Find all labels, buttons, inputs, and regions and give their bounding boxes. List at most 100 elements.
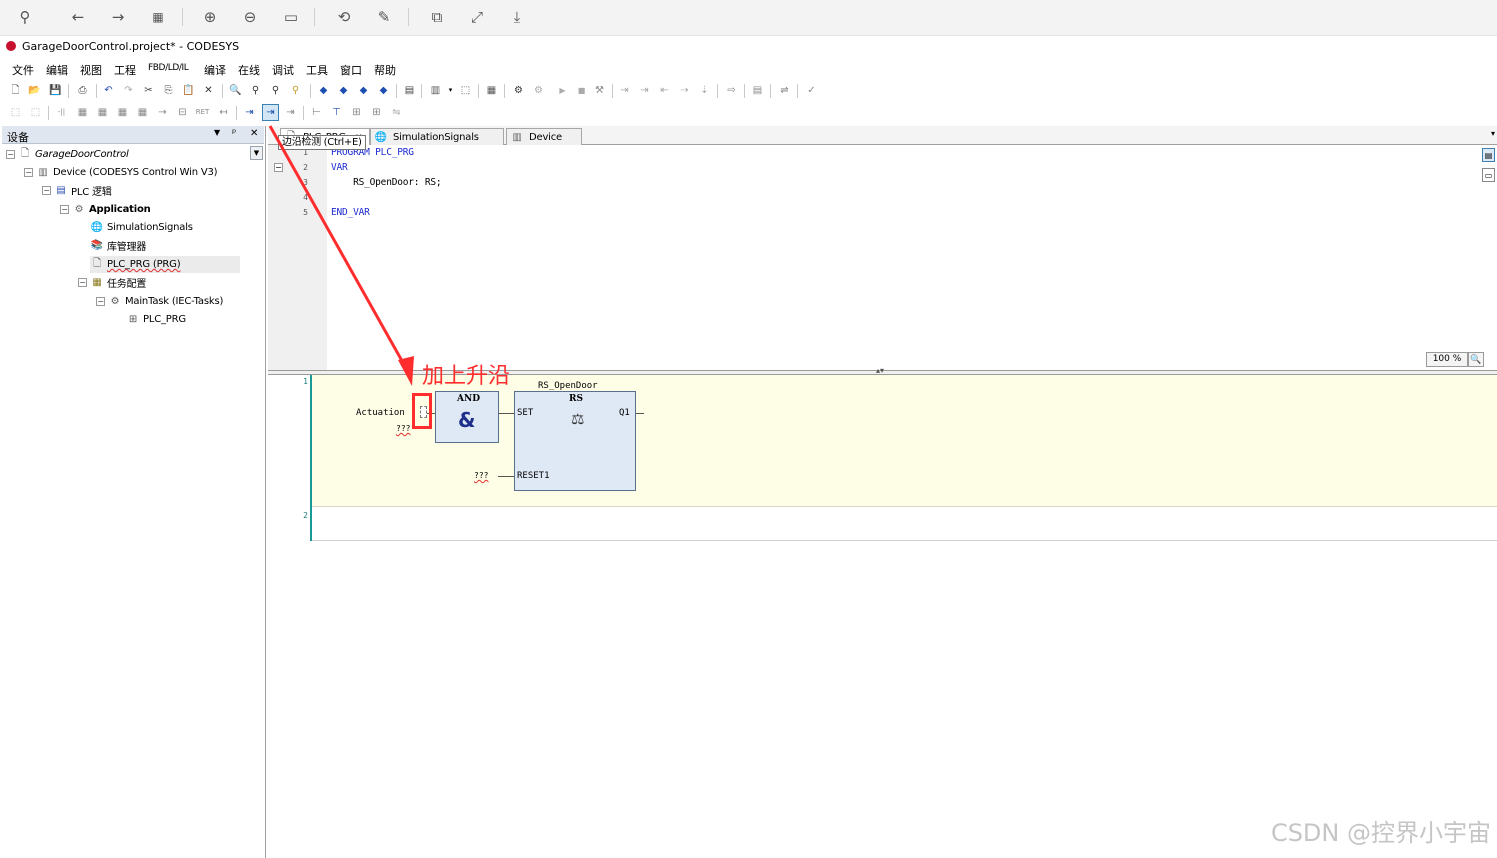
bookmark-prev-icon[interactable]: ◆ <box>356 83 371 98</box>
delete-icon[interactable]: ✕ <box>201 83 216 98</box>
fold-icon[interactable]: − <box>274 163 283 172</box>
input-icon[interactable]: ↤ <box>216 105 231 120</box>
empty-box-en-icon[interactable]: ▦ <box>135 105 150 120</box>
tab-simulation-signals[interactable]: 🌐 SimulationSignals <box>370 128 504 145</box>
menu-tools[interactable]: 工具 <box>306 62 328 78</box>
tree-item-device[interactable]: − ▥ Device (CODESYS Control Win V3) <box>24 164 218 181</box>
code-line-end-var[interactable]: END_VAR <box>331 207 370 218</box>
force-values-icon[interactable]: ▤ <box>750 83 765 98</box>
edit-icon[interactable]: ✎ <box>372 6 396 28</box>
reset-placeholder[interactable]: ??? <box>474 471 488 480</box>
chevron-down-icon[interactable]: ▼ <box>250 146 263 160</box>
find-prev-icon[interactable]: ⚲ <box>268 83 283 98</box>
fit-icon[interactable]: ▭ <box>279 6 303 28</box>
jump-icon[interactable]: ⊟ <box>175 105 190 120</box>
fullscreen-icon[interactable]: ⤢ <box>465 6 489 28</box>
tree-item-library-manager[interactable]: 📚 库管理器 <box>90 237 147 254</box>
new-icon[interactable]: 🗋 <box>8 83 23 98</box>
open-icon[interactable]: 📂 <box>27 83 42 98</box>
menu-window[interactable]: 窗口 <box>340 62 362 78</box>
parallel-branch-icon[interactable]: ⊢ <box>309 105 324 120</box>
collapse-icon[interactable]: − <box>96 297 105 306</box>
find-icon[interactable]: 🔍 <box>228 83 243 98</box>
branch-start-icon[interactable]: ⊞ <box>349 105 364 120</box>
collapse-arrows-icon[interactable]: ▴▾ <box>876 366 884 375</box>
bookmark-clear-icon[interactable]: ◆ <box>376 83 391 98</box>
collapse-icon[interactable]: − <box>42 186 51 195</box>
grid-icon[interactable]: ▦ <box>146 6 170 28</box>
step-over-icon[interactable]: ⇥ <box>617 83 632 98</box>
undo-icon[interactable]: ↶ <box>101 83 116 98</box>
download-icon[interactable]: ⤓ <box>505 6 529 28</box>
cut-icon[interactable]: ✂ <box>141 83 156 98</box>
paste-icon[interactable]: 📋 <box>181 83 196 98</box>
back-icon[interactable]: ← <box>66 6 90 28</box>
unforce-icon[interactable]: ⇌ <box>777 83 792 98</box>
textual-view-icon[interactable]: ▤ <box>1482 148 1495 162</box>
negation-icon[interactable]: ⇥ <box>242 105 257 120</box>
toggle-icon[interactable]: ⇋ <box>389 105 404 120</box>
zoom-level[interactable]: 100 % <box>1426 352 1468 367</box>
pin-icon[interactable]: ᵖ <box>232 128 236 139</box>
zoom-icon[interactable]: 🔍 <box>1468 352 1484 367</box>
tree-item-project[interactable]: − 🗋 GarageDoorControl <box>6 146 129 163</box>
fb-instance-name[interactable]: RS_OpenDoor <box>538 381 598 391</box>
menu-fbd-ld-il[interactable]: FBD/LD/IL <box>148 63 189 73</box>
set-reset-icon[interactable]: ⇥ <box>283 105 298 120</box>
and-block[interactable]: AND & <box>435 391 499 443</box>
contact-icon[interactable]: -|| <box>54 105 69 120</box>
breakpoint-icon[interactable]: ⇣ <box>697 83 712 98</box>
pin-icon[interactable]: ⚲ <box>13 6 37 28</box>
close-icon[interactable]: ✕ <box>250 128 258 139</box>
empty-box-icon[interactable]: ▦ <box>115 105 130 120</box>
chevron-down-icon[interactable]: ▼ <box>214 128 220 137</box>
rs-block[interactable]: RS SET RESET1 Q1 ⚖ <box>514 391 636 491</box>
print-icon[interactable]: ⎙ <box>75 83 90 98</box>
run-to-cursor-icon[interactable]: ⇢ <box>677 83 692 98</box>
assignment-icon[interactable]: → <box>155 105 170 120</box>
tree-item-main-task[interactable]: − ⚙ MainTask (IEC-Tasks) <box>96 293 223 310</box>
input-placeholder[interactable]: ??? <box>396 424 410 433</box>
branch-end-icon[interactable]: ⊞ <box>369 105 384 120</box>
collapse-icon[interactable]: − <box>24 168 33 177</box>
menu-project[interactable]: 工程 <box>114 62 136 78</box>
logout-icon[interactable]: ⚙ <box>531 83 546 98</box>
export-icon[interactable]: ⬚ <box>458 83 473 98</box>
collapse-icon[interactable]: − <box>6 150 15 159</box>
window-icon[interactable]: ⧉ <box>425 6 449 28</box>
stop-icon[interactable]: ■ <box>574 83 589 98</box>
save-icon[interactable]: 💾 <box>48 83 63 98</box>
replace-icon[interactable]: ⚲ <box>288 83 303 98</box>
tree-item-simulation-signals[interactable]: 🌐 SimulationSignals <box>90 219 193 236</box>
step-into-icon[interactable]: ⇥ <box>637 83 652 98</box>
box-en-icon[interactable]: ▦ <box>95 105 110 120</box>
network-below-icon[interactable]: ⬚ <box>28 105 43 120</box>
tab-device[interactable]: ▥ Device <box>506 128 582 145</box>
bookmark-next-icon[interactable]: ◆ <box>336 83 351 98</box>
box-icon[interactable]: ▦ <box>75 105 90 120</box>
menu-online[interactable]: 在线 <box>238 62 260 78</box>
code-line-decl[interactable]: RS_OpenDoor: RS; <box>331 177 442 188</box>
chevron-down-icon[interactable]: ▾ <box>443 83 458 98</box>
tabular-view-icon[interactable]: ▭ <box>1482 168 1495 182</box>
menu-help[interactable]: 帮助 <box>374 62 396 78</box>
menu-file[interactable]: 文件 <box>12 62 34 78</box>
collapse-icon[interactable]: − <box>60 205 69 214</box>
tree-item-application[interactable]: − ⚙ Application <box>60 201 151 218</box>
run-icon[interactable]: ▶ <box>555 83 570 98</box>
network-2[interactable] <box>312 507 1497 541</box>
collapse-icon[interactable]: − <box>78 278 87 287</box>
step-out-icon[interactable]: ⇤ <box>657 83 672 98</box>
write-values-icon[interactable]: ⇨ <box>724 83 739 98</box>
menu-edit[interactable]: 编辑 <box>46 62 68 78</box>
menu-view[interactable]: 视图 <box>80 62 102 78</box>
branch-icon[interactable]: ⊤ <box>329 105 344 120</box>
code-line-var[interactable]: VAR <box>331 162 348 173</box>
menu-build[interactable]: 编译 <box>204 62 226 78</box>
tree-item-plc-logic[interactable]: − ▤ PLC 逻辑 <box>42 182 112 199</box>
login-icon[interactable]: ⚙ <box>511 83 526 98</box>
return-icon[interactable]: RET <box>195 105 210 120</box>
properties-icon[interactable]: ▤ <box>402 83 417 98</box>
find-next-icon[interactable]: ⚲ <box>248 83 263 98</box>
add-object-icon[interactable]: ▥ <box>428 83 443 98</box>
